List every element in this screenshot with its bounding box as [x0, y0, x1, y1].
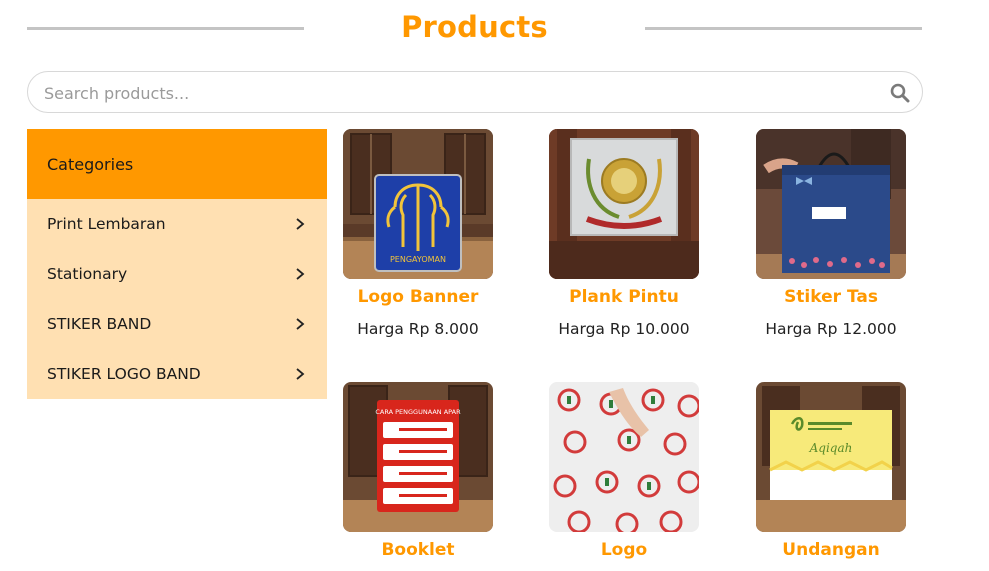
category-label: Stationary — [47, 265, 128, 283]
product-image-plank-pintu[interactable] — [549, 129, 699, 279]
product-name[interactable]: Booklet — [336, 540, 500, 560]
category-list: Print Lembaran Stationary STIKER BAND ST… — [27, 199, 327, 399]
product-image-stiker-tas[interactable] — [756, 129, 906, 279]
category-label: STIKER BAND — [47, 315, 152, 333]
category-label: STIKER LOGO BAND — [47, 365, 201, 383]
categories-heading: Categories — [27, 129, 327, 199]
product-name[interactable]: Logo Banner — [336, 287, 500, 307]
chevron-right-icon — [296, 368, 305, 380]
product-image-logo[interactable] — [549, 382, 699, 532]
category-item-stationary[interactable]: Stationary — [27, 249, 327, 299]
chevron-right-icon — [296, 218, 305, 230]
image-text: CARA PENGGUNAAN APAR — [375, 408, 461, 416]
product-image-logo-banner[interactable]: PENGAYOMAN — [343, 129, 493, 279]
category-sidebar: Categories Print Lembaran Stationary STI… — [27, 129, 327, 399]
chevron-right-icon — [296, 268, 305, 280]
category-label: Print Lembaran — [47, 215, 166, 233]
page-title: Products — [401, 10, 548, 44]
product-price: Harga Rp 12.000 — [765, 320, 897, 338]
header-divider-left — [27, 27, 304, 30]
image-text: Aqiqah — [809, 441, 853, 455]
chevron-right-icon — [296, 318, 305, 330]
image-text: PENGAYOMAN — [390, 255, 446, 264]
product-image-booklet[interactable]: CARA PENGGUNAAN APAR — [343, 382, 493, 532]
product-image-undangan[interactable]: Aqiqah — [756, 382, 906, 532]
search-input[interactable] — [44, 81, 864, 105]
search-bar — [27, 71, 923, 113]
product-name[interactable]: Logo — [542, 540, 706, 560]
category-item-stiker-logo-band[interactable]: STIKER LOGO BAND — [27, 349, 327, 399]
search-icon[interactable] — [890, 83, 910, 103]
category-item-print-lembaran[interactable]: Print Lembaran — [27, 199, 327, 249]
product-name[interactable]: Plank Pintu — [542, 287, 706, 307]
product-price: Harga Rp 10.000 — [558, 320, 690, 338]
page-header: Products — [0, 0, 989, 60]
product-name[interactable]: Undangan — [749, 540, 913, 560]
header-divider-right — [645, 27, 922, 30]
product-name[interactable]: Stiker Tas — [749, 287, 913, 307]
product-price: Harga Rp 8.000 — [357, 320, 479, 338]
category-item-stiker-band[interactable]: STIKER BAND — [27, 299, 327, 349]
